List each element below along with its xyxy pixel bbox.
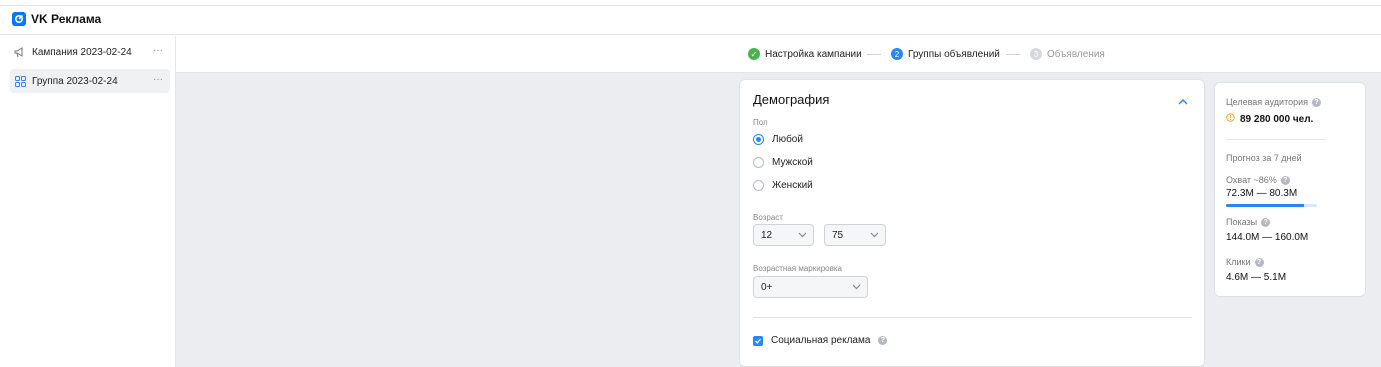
forecast-panel: Целевая аудитория ? 89 280 000 чел. Прог… xyxy=(1214,82,1366,297)
card-title: Демография xyxy=(753,92,830,107)
checkbox-checked[interactable] xyxy=(753,335,763,346)
age-to-select[interactable]: 75 xyxy=(824,224,886,246)
stepper: ✓ Настройка кампании 2 Группы объявлений… xyxy=(176,36,1381,73)
forecast-period-label: Прогноз за 7 дней xyxy=(1226,153,1302,163)
reach-value: 72.3M — 80.3M xyxy=(1226,188,1298,199)
sidebar-item-group[interactable]: Группа 2023-02-24 ··· xyxy=(10,69,170,93)
step-connector xyxy=(867,54,881,55)
gender-option-any[interactable]: Любой xyxy=(753,134,803,145)
gender-option-female[interactable]: Женский xyxy=(753,180,813,191)
target-audience-text: Целевая аудитория xyxy=(1226,97,1308,107)
step-connector xyxy=(1006,54,1020,55)
clicks-text: Клики xyxy=(1226,257,1251,267)
radio-button[interactable] xyxy=(753,134,764,145)
step-number-badge: 3 xyxy=(1030,48,1042,60)
divider xyxy=(753,317,1192,318)
more-options-icon[interactable]: ··· xyxy=(153,74,163,85)
radio-label: Мужской xyxy=(772,157,813,168)
chevron-down-icon xyxy=(852,282,861,294)
age-label: Возраст xyxy=(753,213,783,222)
step-number-badge: 2 xyxy=(891,48,903,60)
clicks-value: 4.6M — 5.1M xyxy=(1226,272,1287,283)
age-marking-select[interactable]: 0+ xyxy=(753,276,868,298)
chevron-up-icon[interactable] xyxy=(1178,92,1188,110)
megaphone-icon xyxy=(13,45,27,59)
sidebar: Кампания 2023-02-24 ··· Группа 2023-02-2… xyxy=(0,36,176,367)
vk-ads-logo[interactable]: VK Реклама xyxy=(12,12,101,26)
top-bar: VK Реклама xyxy=(0,5,1381,35)
select-value: 0+ xyxy=(761,281,773,293)
step-label: Группы объявлений xyxy=(908,48,1000,60)
impressions-value: 144.0M — 160.0M xyxy=(1226,232,1309,243)
app-title: VK Реклама xyxy=(31,12,102,26)
step-label: Настройка кампании xyxy=(765,48,862,60)
gender-label: Пол xyxy=(753,118,768,127)
forecast-period-text: Прогноз за 7 дней xyxy=(1226,153,1302,163)
step-ads[interactable]: 3 Объявления xyxy=(1030,48,1105,60)
select-value: 12 xyxy=(761,229,773,241)
divider xyxy=(1226,139,1326,140)
help-icon[interactable]: ? xyxy=(1312,97,1321,107)
step-label: Объявления xyxy=(1047,48,1105,60)
reach-label: Охват ~86% ? xyxy=(1226,175,1290,185)
radio-label: Любой xyxy=(772,134,803,145)
radio-button[interactable] xyxy=(753,180,764,191)
more-options-icon[interactable]: ··· xyxy=(153,45,163,56)
gender-option-male[interactable]: Мужской xyxy=(753,157,813,168)
reach-text: Охват ~86% xyxy=(1226,175,1277,185)
target-audience-label: Целевая аудитория ? xyxy=(1226,97,1321,107)
help-icon[interactable]: ? xyxy=(1254,257,1264,267)
clicks-label: Клики ? xyxy=(1226,257,1264,267)
select-value: 75 xyxy=(832,229,844,241)
age-marking-label: Возрастная маркировка xyxy=(753,264,842,273)
check-icon: ✓ xyxy=(748,48,760,60)
sidebar-item-campaign[interactable]: Кампания 2023-02-24 ··· xyxy=(10,40,170,64)
demography-card: Демография Пол Любой Мужской Женский Воз… xyxy=(739,79,1205,367)
step-ad-groups[interactable]: 2 Группы объявлений xyxy=(891,48,1000,60)
impressions-text: Показы xyxy=(1226,217,1258,227)
sidebar-item-label: Кампания 2023-02-24 xyxy=(32,46,132,58)
impressions-label: Показы ? xyxy=(1226,217,1271,227)
radio-button[interactable] xyxy=(753,157,764,168)
chevron-down-icon xyxy=(798,230,807,242)
help-icon[interactable]: ? xyxy=(878,336,888,345)
help-icon[interactable]: ? xyxy=(1280,175,1290,185)
main-content: ✓ Настройка кампании 2 Группы объявлений… xyxy=(176,36,1381,367)
target-audience-value-row: 89 280 000 чел. xyxy=(1226,113,1313,125)
chevron-down-icon xyxy=(870,230,879,242)
checkbox-label: Социальная реклама xyxy=(771,335,871,346)
grid-icon xyxy=(13,74,27,88)
age-from-select[interactable]: 12 xyxy=(753,224,814,246)
warning-icon xyxy=(1226,113,1235,125)
reach-progress-bar xyxy=(1226,204,1317,207)
target-audience-value: 89 280 000 чел. xyxy=(1240,113,1314,125)
sidebar-item-label: Группа 2023-02-24 xyxy=(32,75,118,87)
reach-progress-fill xyxy=(1226,204,1305,207)
help-icon[interactable]: ? xyxy=(1261,217,1271,227)
step-campaign-settings[interactable]: ✓ Настройка кампании xyxy=(748,48,862,60)
social-ads-checkbox-row[interactable]: Социальная реклама ? xyxy=(753,335,888,346)
radio-label: Женский xyxy=(772,180,813,191)
vk-logo-icon xyxy=(12,12,26,26)
